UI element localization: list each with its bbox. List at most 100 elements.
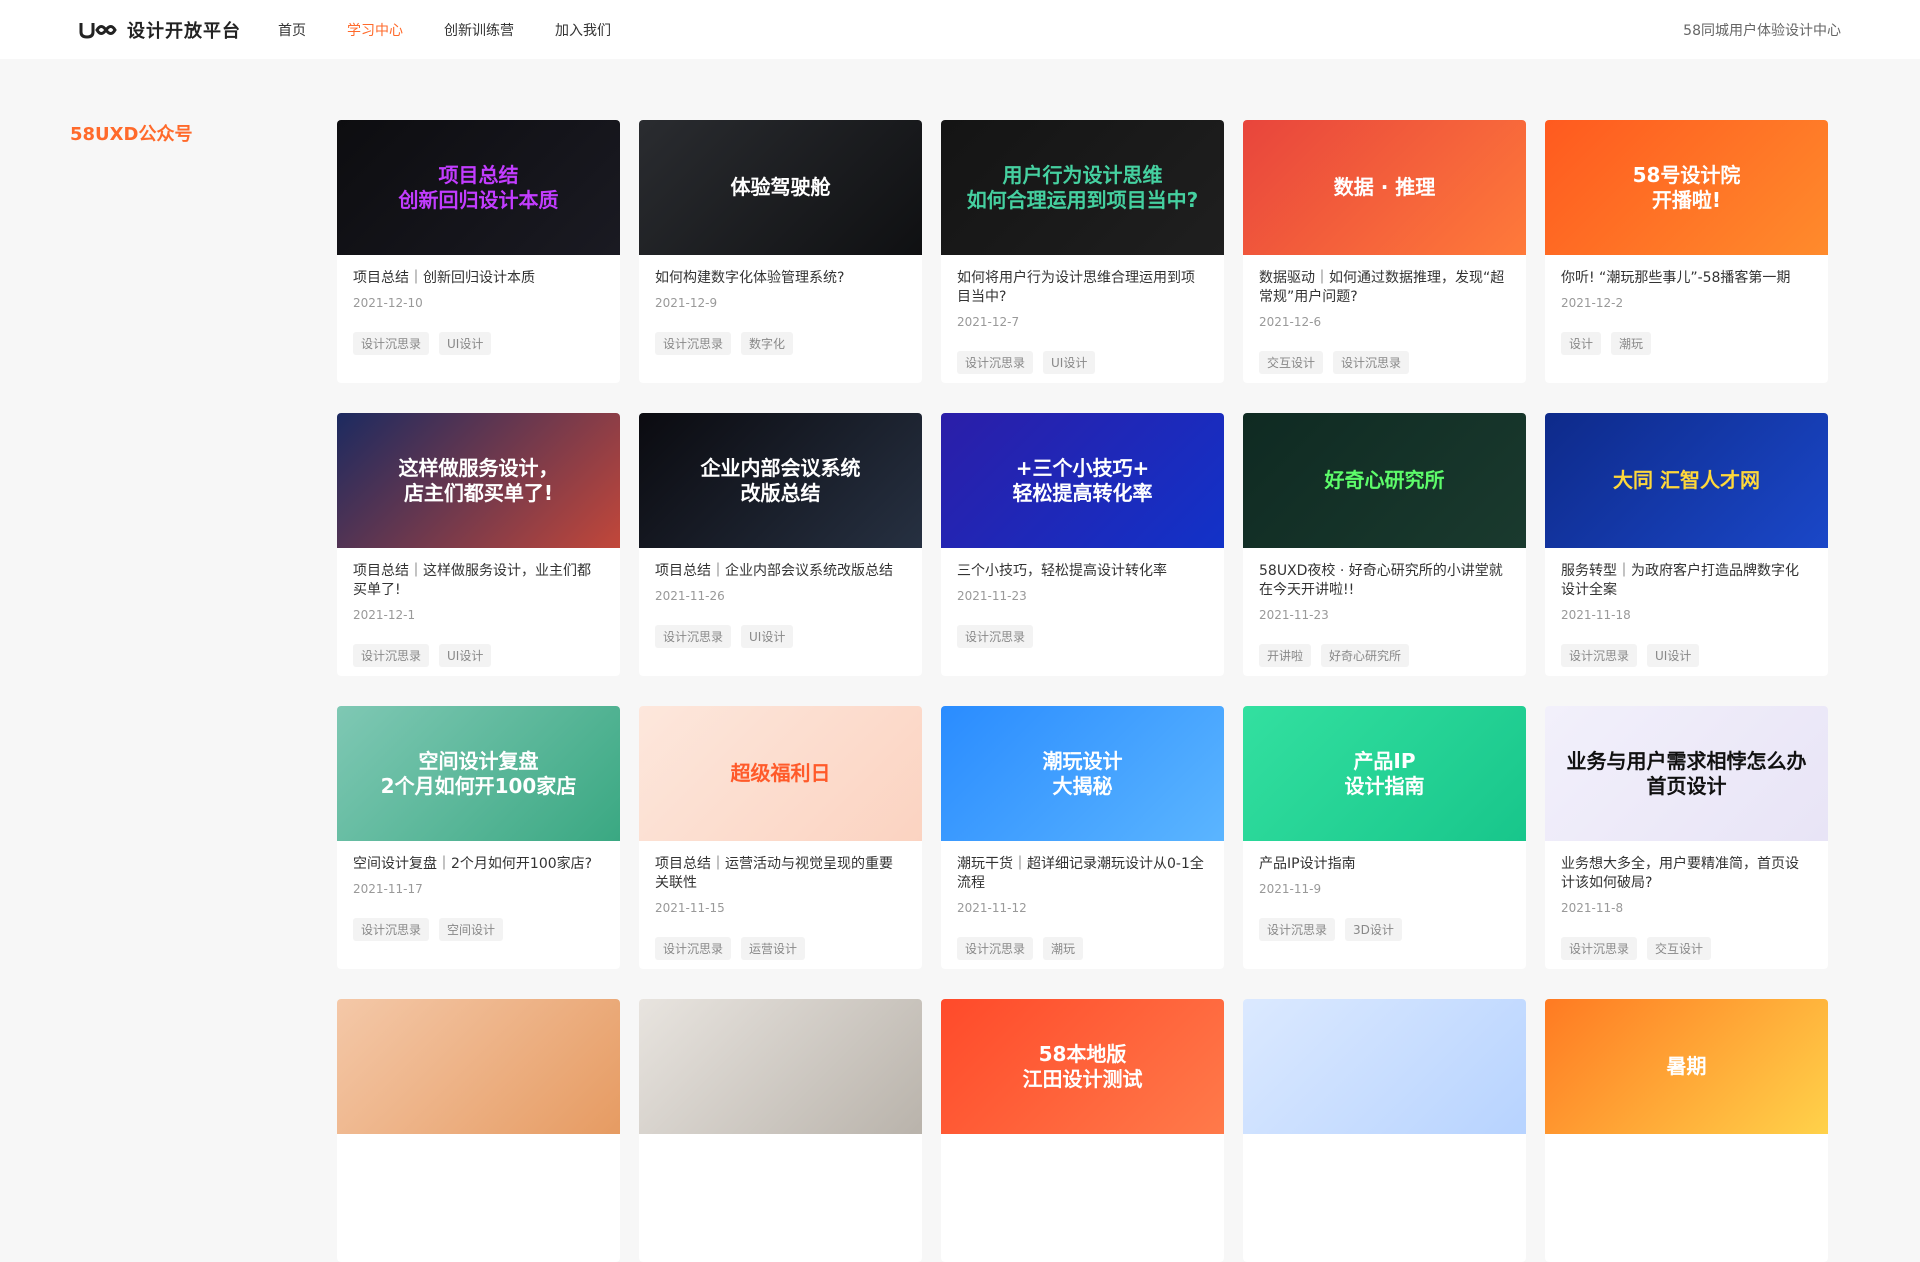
article-tag[interactable]: 设计沉思录 <box>1259 918 1336 941</box>
article-thumbnail[interactable] <box>1243 999 1526 1134</box>
article-tag[interactable]: 潮玩 <box>1043 937 1084 960</box>
article-tag[interactable]: 好奇心研究所 <box>1321 644 1410 667</box>
article-title[interactable]: 如何将用户行为设计思维合理运用到项目当中? <box>957 269 1208 307</box>
article-tag[interactable]: 设计沉思录 <box>655 625 732 648</box>
article-tag[interactable]: UI设计 <box>439 332 492 355</box>
article-card[interactable]: 大同 汇智人才网 服务转型｜为政府客户打造品牌数字化设计全案 2021-11-18 设… <box>1545 413 1828 676</box>
article-title[interactable]: 你听! “潮玩那些事儿”-58播客第一期 <box>1561 269 1812 288</box>
article-thumbnail[interactable] <box>337 999 620 1134</box>
tag-list: 设计沉思录 数字化 <box>655 332 906 355</box>
thumbnail-caption: 用户行为设计思维 如何合理运用到项目当中? <box>966 162 1199 212</box>
article-tag[interactable]: UI设计 <box>1647 644 1700 667</box>
article-thumbnail[interactable]: 用户行为设计思维 如何合理运用到项目当中? <box>941 120 1224 255</box>
article-title[interactable]: 项目总结｜创新回归设计本质 <box>353 269 604 288</box>
article-title[interactable]: 项目总结｜运营活动与视觉呈现的重要关联性 <box>655 855 906 893</box>
article-tag[interactable]: 空间设计 <box>439 918 504 941</box>
article-title[interactable]: 业务想大多全，用户要精准简，首页设计该如何破局? <box>1561 855 1812 893</box>
article-tag[interactable]: 3D设计 <box>1345 918 1402 941</box>
article-card[interactable]: 好奇心研究所 58UXD夜校 · 好奇心研究所的小讲堂就在今天开讲啦!! 2021-… <box>1243 413 1526 676</box>
article-thumbnail[interactable]: 这样做服务设计， 店主们都买单了! <box>337 413 620 548</box>
article-thumbnail[interactable]: 58号设计院 开播啦! <box>1545 120 1828 255</box>
article-tag[interactable]: 交互设计 <box>1259 351 1324 374</box>
article-card[interactable]: 暑期 <box>1545 999 1828 1262</box>
article-card[interactable] <box>1243 999 1526 1262</box>
article-card[interactable]: 58号设计院 开播啦! 你听! “潮玩那些事儿”-58播客第一期 2021-12-2… <box>1545 120 1828 383</box>
article-tag[interactable]: 开讲啦 <box>1259 644 1312 667</box>
article-thumbnail[interactable]: 数据 · 推理 <box>1243 120 1526 255</box>
article-tag[interactable]: 运营设计 <box>741 937 806 960</box>
article-card[interactable] <box>337 999 620 1262</box>
article-card[interactable] <box>639 999 922 1262</box>
article-card[interactable]: 数据 · 推理 数据驱动｜如何通过数据推理，发现“超常规”用户问题? 2021-12… <box>1243 120 1526 383</box>
article-tag[interactable]: 设计沉思录 <box>353 644 430 667</box>
article-title[interactable]: 空间设计复盘｜2个月如何开100家店? <box>353 855 604 874</box>
article-card[interactable]: 项目总结 创新回归设计本质 项目总结｜创新回归设计本质 2021-12-10 设计沉思… <box>337 120 620 383</box>
article-tag[interactable]: 数字化 <box>741 332 794 355</box>
logo[interactable]: 设计开放平台 <box>79 17 241 43</box>
article-title[interactable]: 数据驱动｜如何通过数据推理，发现“超常规”用户问题? <box>1259 269 1510 307</box>
card-body: 如何构建数字化体验管理系统? 2021-12-9 设计沉思录 数字化 <box>639 255 922 355</box>
article-title[interactable]: 三个小技巧，轻松提高设计转化率 <box>957 562 1208 581</box>
article-thumbnail[interactable] <box>639 999 922 1134</box>
article-tag[interactable]: 设计沉思录 <box>1333 351 1410 374</box>
article-title[interactable]: 如何构建数字化体验管理系统? <box>655 269 906 288</box>
article-title[interactable]: 58UXD夜校 · 好奇心研究所的小讲堂就在今天开讲啦!! <box>1259 562 1510 600</box>
nav-join-us[interactable]: 加入我们 <box>555 20 611 40</box>
tag-list: 开讲啦 好奇心研究所 <box>1259 644 1510 667</box>
article-thumbnail[interactable]: 产品IP 设计指南 <box>1243 706 1526 841</box>
article-tag[interactable]: 潮玩 <box>1611 332 1652 355</box>
thumbnail-caption: 潮玩设计 大揭秘 <box>1042 748 1123 798</box>
header-org-link[interactable]: 58同城用户体验设计中心 <box>1683 20 1841 40</box>
article-card[interactable]: 空间设计复盘 2个月如何开100家店 空间设计复盘｜2个月如何开100家店? 202… <box>337 706 620 969</box>
card-body: 服务转型｜为政府客户打造品牌数字化设计全案 2021-11-18 设计沉思录 UI设计 <box>1545 548 1828 667</box>
article-tag[interactable]: 设计沉思录 <box>1561 937 1638 960</box>
article-tag[interactable]: 设计沉思录 <box>655 332 732 355</box>
article-tag[interactable]: 设计沉思录 <box>353 332 430 355</box>
article-thumbnail[interactable]: 大同 汇智人才网 <box>1545 413 1828 548</box>
article-tag[interactable]: 设计沉思录 <box>957 351 1034 374</box>
article-tag[interactable]: UI设计 <box>439 644 492 667</box>
article-card[interactable]: 潮玩设计 大揭秘 潮玩干货｜超详细记录潮玩设计从0-1全流程 2021-11-12 设… <box>941 706 1224 969</box>
article-thumbnail[interactable]: +三个小技巧+ 轻松提高转化率 <box>941 413 1224 548</box>
article-title[interactable]: 项目总结｜企业内部会议系统改版总结 <box>655 562 906 581</box>
article-tag[interactable]: 设计沉思录 <box>957 625 1034 648</box>
nav-innovation-camp[interactable]: 创新训练营 <box>444 20 514 40</box>
article-tag[interactable]: 设计 <box>1561 332 1602 355</box>
article-thumbnail[interactable]: 空间设计复盘 2个月如何开100家店 <box>337 706 620 841</box>
article-tag[interactable]: 设计沉思录 <box>957 937 1034 960</box>
card-body: 三个小技巧，轻松提高设计转化率 2021-11-23 设计沉思录 <box>941 548 1224 648</box>
nav-home[interactable]: 首页 <box>278 20 306 40</box>
article-title[interactable]: 潮玩干货｜超详细记录潮玩设计从0-1全流程 <box>957 855 1208 893</box>
article-card[interactable]: 企业内部会议系统 改版总结 项目总结｜企业内部会议系统改版总结 2021-11-26… <box>639 413 922 676</box>
article-thumbnail[interactable]: 超级福利日 <box>639 706 922 841</box>
article-card[interactable]: 体验驾驶舱 如何构建数字化体验管理系统? 2021-12-9 设计沉思录 数字化 <box>639 120 922 383</box>
sidebar-title[interactable]: 58UXD公众号 <box>70 120 192 146</box>
article-thumbnail[interactable]: 体验驾驶舱 <box>639 120 922 255</box>
card-body: 你听! “潮玩那些事儿”-58播客第一期 2021-12-2 设计 潮玩 <box>1545 255 1828 355</box>
article-card[interactable]: 这样做服务设计， 店主们都买单了! 项目总结｜这样做服务设计，业主们都买单了! 20… <box>337 413 620 676</box>
article-tag[interactable]: UI设计 <box>1043 351 1096 374</box>
article-card[interactable]: 58本地版 江田设计测试 <box>941 999 1224 1262</box>
article-tag[interactable]: UI设计 <box>741 625 794 648</box>
article-title[interactable]: 产品IP设计指南 <box>1259 855 1510 874</box>
article-thumbnail[interactable]: 业务与用户需求相悖怎么办 首页设计 <box>1545 706 1828 841</box>
article-tag[interactable]: 设计沉思录 <box>353 918 430 941</box>
article-tag[interactable]: 设计沉思录 <box>655 937 732 960</box>
article-tag[interactable]: 设计沉思录 <box>1561 644 1638 667</box>
article-card[interactable]: +三个小技巧+ 轻松提高转化率 三个小技巧，轻松提高设计转化率 2021-11-23… <box>941 413 1224 676</box>
article-thumbnail[interactable]: 58本地版 江田设计测试 <box>941 999 1224 1134</box>
thumbnail-caption <box>1243 999 1526 1134</box>
article-thumbnail[interactable]: 企业内部会议系统 改版总结 <box>639 413 922 548</box>
article-tag[interactable]: 交互设计 <box>1647 937 1712 960</box>
article-card[interactable]: 用户行为设计思维 如何合理运用到项目当中? 如何将用户行为设计思维合理运用到项目当… <box>941 120 1224 383</box>
article-card[interactable]: 产品IP 设计指南 产品IP设计指南 2021-11-9 设计沉思录 3D设计 <box>1243 706 1526 969</box>
article-title[interactable]: 项目总结｜这样做服务设计，业主们都买单了! <box>353 562 604 600</box>
article-thumbnail[interactable]: 好奇心研究所 <box>1243 413 1526 548</box>
article-card[interactable]: 超级福利日 项目总结｜运营活动与视觉呈现的重要关联性 2021-11-15 设计沉思录… <box>639 706 922 969</box>
article-thumbnail[interactable]: 潮玩设计 大揭秘 <box>941 706 1224 841</box>
nav-learning-center[interactable]: 学习中心 <box>347 20 403 40</box>
article-thumbnail[interactable]: 项目总结 创新回归设计本质 <box>337 120 620 255</box>
article-card[interactable]: 业务与用户需求相悖怎么办 首页设计业务想大多全，用户要精准简，首页设计该如何破局… <box>1545 706 1828 969</box>
article-thumbnail[interactable]: 暑期 <box>1545 999 1828 1134</box>
article-title[interactable]: 服务转型｜为政府客户打造品牌数字化设计全案 <box>1561 562 1812 600</box>
